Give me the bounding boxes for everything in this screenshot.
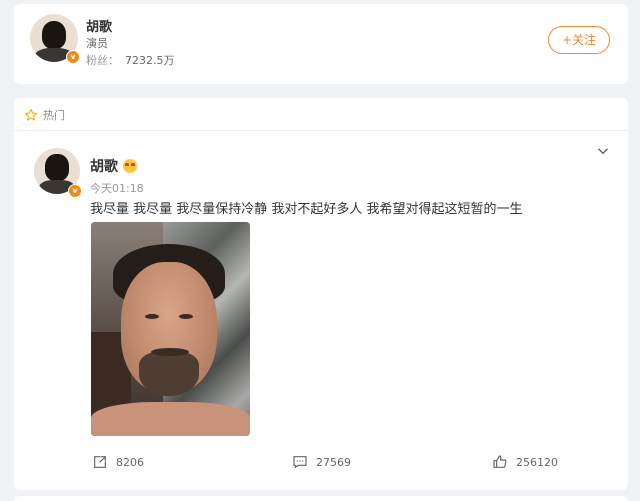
thumbs-up-icon	[493, 455, 507, 468]
hot-section-header: 热门	[24, 106, 65, 124]
star-icon	[24, 108, 38, 121]
post-actions: 8206 27569 256120	[14, 454, 628, 478]
like-count: 256120	[516, 455, 558, 469]
fans-label: 粉丝：	[86, 54, 119, 67]
post-author-name[interactable]: 胡歌	[90, 156, 118, 176]
comment-icon	[293, 456, 307, 468]
post-timestamp[interactable]: 今天01:18	[90, 180, 144, 196]
follow-button[interactable]: +关注	[548, 26, 610, 54]
post-text: 我尽量 我尽量 我尽量保持冷静 我对不起好多人 我希望对得起这短暂的一生	[90, 202, 523, 217]
post-photo[interactable]	[91, 222, 250, 436]
repost-icon	[94, 456, 106, 468]
like-button[interactable]: 256120	[492, 454, 558, 470]
next-card-edge	[14, 496, 628, 501]
comment-button[interactable]: 27569	[292, 454, 351, 470]
repost-button[interactable]: 8206	[92, 454, 144, 470]
repost-count: 8206	[116, 455, 144, 469]
profile-name[interactable]: 胡歌	[86, 16, 112, 35]
profile-fans: 粉丝： 7232.5万	[86, 52, 175, 68]
profile-card: v 胡歌 演员 粉丝： 7232.5万 +关注	[14, 4, 628, 84]
profile-role: 演员	[86, 37, 108, 50]
chevron-down-icon[interactable]	[596, 144, 610, 158]
emoji-badge-icon	[123, 159, 137, 173]
verified-badge-icon: v	[68, 184, 82, 198]
hot-label: 热门	[43, 109, 65, 122]
author-row: 胡歌	[90, 156, 137, 176]
verified-badge-icon: v	[66, 50, 80, 64]
comment-count: 27569	[316, 455, 351, 469]
fans-count: 7232.5万	[125, 54, 175, 67]
post-card: 热门 v 胡歌 今天01:18 我尽量 我尽量 我尽量保持冷静 我对不起好多人 …	[14, 98, 628, 490]
divider	[14, 130, 628, 131]
